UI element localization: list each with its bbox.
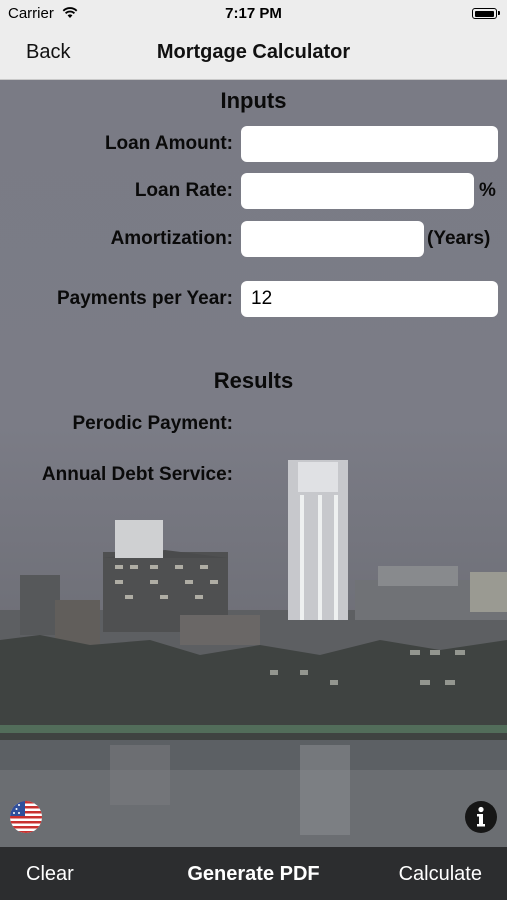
annual-debt-service-label: Annual Debt Service:	[41, 464, 233, 485]
status-bar: Carrier 7:17 PM	[0, 0, 507, 28]
loan-amount-label: Loan Amount:	[104, 133, 233, 154]
main-content: Inputs Loan Amount: Loan Rate: % Amortiz…	[0, 80, 507, 847]
periodic-payment-label: Perodic Payment:	[72, 413, 234, 434]
payments-per-year-field[interactable]	[241, 281, 498, 317]
battery-icon	[472, 8, 500, 19]
bottom-toolbar: Clear Generate PDF Calculate	[0, 847, 507, 900]
generate-pdf-button[interactable]: Generate PDF	[187, 863, 319, 885]
inputs-heading: Inputs	[220, 88, 287, 113]
status-time: 7:17 PM	[225, 5, 282, 22]
amortization-field[interactable]	[241, 221, 424, 257]
years-unit-label: (Years)	[427, 228, 491, 249]
navigation-bar: Back Mortgage Calculator	[0, 28, 507, 80]
us-flag-icon[interactable]	[10, 801, 42, 833]
payments-per-year-label: Payments per Year:	[56, 288, 233, 309]
calculate-button[interactable]: Calculate	[399, 863, 482, 886]
loan-amount-field[interactable]	[241, 126, 498, 162]
page-title: Mortgage Calculator	[156, 41, 351, 63]
percent-unit-label: %	[479, 180, 496, 201]
info-icon[interactable]	[464, 800, 498, 834]
results-heading: Results	[213, 368, 294, 393]
loan-rate-field[interactable]	[241, 173, 474, 209]
loan-rate-label: Loan Rate:	[134, 180, 233, 201]
amortization-label: Amortization:	[110, 228, 233, 249]
clear-button[interactable]: Clear	[26, 863, 74, 886]
